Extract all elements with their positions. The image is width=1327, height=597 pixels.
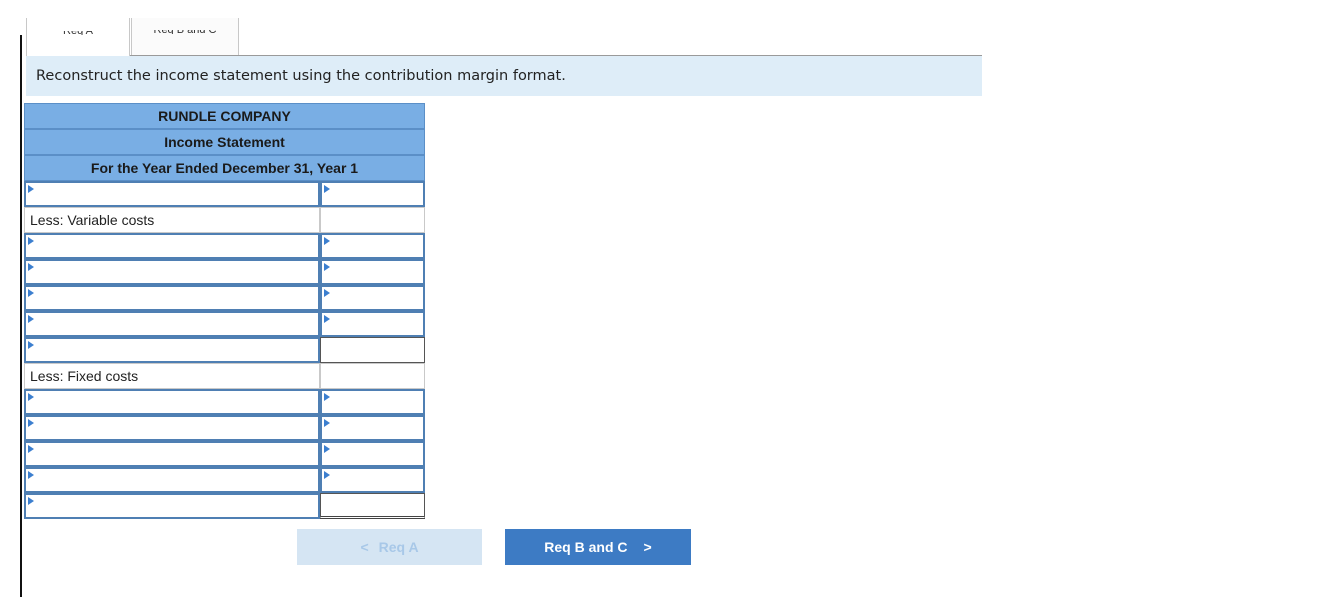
amount-input[interactable] <box>320 285 425 311</box>
company-name: RUNDLE COMPANY <box>24 103 425 129</box>
table-row <box>24 493 425 519</box>
amount-input[interactable] <box>320 233 425 259</box>
dropdown-marker-icon <box>324 445 330 453</box>
empty-cell <box>320 337 425 363</box>
line-item-input[interactable] <box>24 493 320 519</box>
left-border <box>20 35 22 597</box>
dropdown-marker-icon <box>324 393 330 401</box>
dropdown-marker-icon <box>28 315 34 323</box>
table-row <box>24 233 425 259</box>
table-row <box>24 415 425 441</box>
amount-input[interactable] <box>320 415 425 441</box>
statement-title: Income Statement <box>24 129 425 155</box>
table-row <box>24 389 425 415</box>
dropdown-marker-icon <box>28 341 34 349</box>
table-row <box>24 337 425 363</box>
table-row <box>24 467 425 493</box>
table-row: Less: Fixed costs <box>24 363 425 389</box>
dropdown-marker-icon <box>28 419 34 427</box>
line-item-input[interactable] <box>24 259 320 285</box>
amount-input[interactable] <box>320 259 425 285</box>
dropdown-marker-icon <box>324 185 330 193</box>
empty-cell <box>320 207 425 233</box>
dropdown-marker-icon <box>28 497 34 505</box>
line-item-input[interactable] <box>24 233 320 259</box>
line-item-input[interactable] <box>24 441 320 467</box>
line-item-input[interactable] <box>24 467 320 493</box>
tab-req-a[interactable]: Req A <box>26 18 130 56</box>
empty-cell <box>320 363 425 389</box>
dropdown-marker-icon <box>324 315 330 323</box>
table-row: Less: Variable costs <box>24 207 425 233</box>
dropdown-marker-icon <box>28 237 34 245</box>
amount-input[interactable] <box>320 441 425 467</box>
variable-costs-label: Less: Variable costs <box>24 207 320 233</box>
dropdown-marker-icon <box>28 185 34 193</box>
dropdown-marker-icon <box>28 263 34 271</box>
dropdown-marker-icon <box>324 289 330 297</box>
next-req-b-and-c-button[interactable]: Req B and C > <box>505 529 691 565</box>
chevron-left-icon: < <box>360 539 369 555</box>
line-item-input[interactable] <box>24 337 320 363</box>
line-item-input[interactable] <box>24 285 320 311</box>
table-row <box>24 311 425 337</box>
line-item-input[interactable] <box>24 181 320 207</box>
dropdown-marker-icon <box>28 445 34 453</box>
statement-period: For the Year Ended December 31, Year 1 <box>24 155 425 181</box>
dropdown-marker-icon <box>324 237 330 245</box>
table-row <box>24 285 425 311</box>
line-item-input[interactable] <box>24 415 320 441</box>
amount-input[interactable] <box>320 311 425 337</box>
table-row <box>24 259 425 285</box>
tab-req-b-and-c[interactable]: Req B and C <box>131 18 239 56</box>
amount-input[interactable] <box>320 389 425 415</box>
table-row <box>24 181 425 207</box>
dropdown-marker-icon <box>28 471 34 479</box>
table-row <box>24 441 425 467</box>
instruction-text: Reconstruct the income statement using t… <box>26 56 982 96</box>
total-cell <box>320 493 425 519</box>
amount-input[interactable] <box>320 181 425 207</box>
dropdown-marker-icon <box>324 471 330 479</box>
fixed-costs-label: Less: Fixed costs <box>24 363 320 389</box>
dropdown-marker-icon <box>28 393 34 401</box>
dropdown-marker-icon <box>324 419 330 427</box>
line-item-input[interactable] <box>24 311 320 337</box>
prev-req-a-button[interactable]: < Req A <box>297 529 482 565</box>
dropdown-marker-icon <box>324 263 330 271</box>
line-item-input[interactable] <box>24 389 320 415</box>
amount-input[interactable] <box>320 467 425 493</box>
tab-bar: Req A Req B and C <box>26 18 982 56</box>
chevron-right-icon: > <box>643 539 652 555</box>
dropdown-marker-icon <box>28 289 34 297</box>
